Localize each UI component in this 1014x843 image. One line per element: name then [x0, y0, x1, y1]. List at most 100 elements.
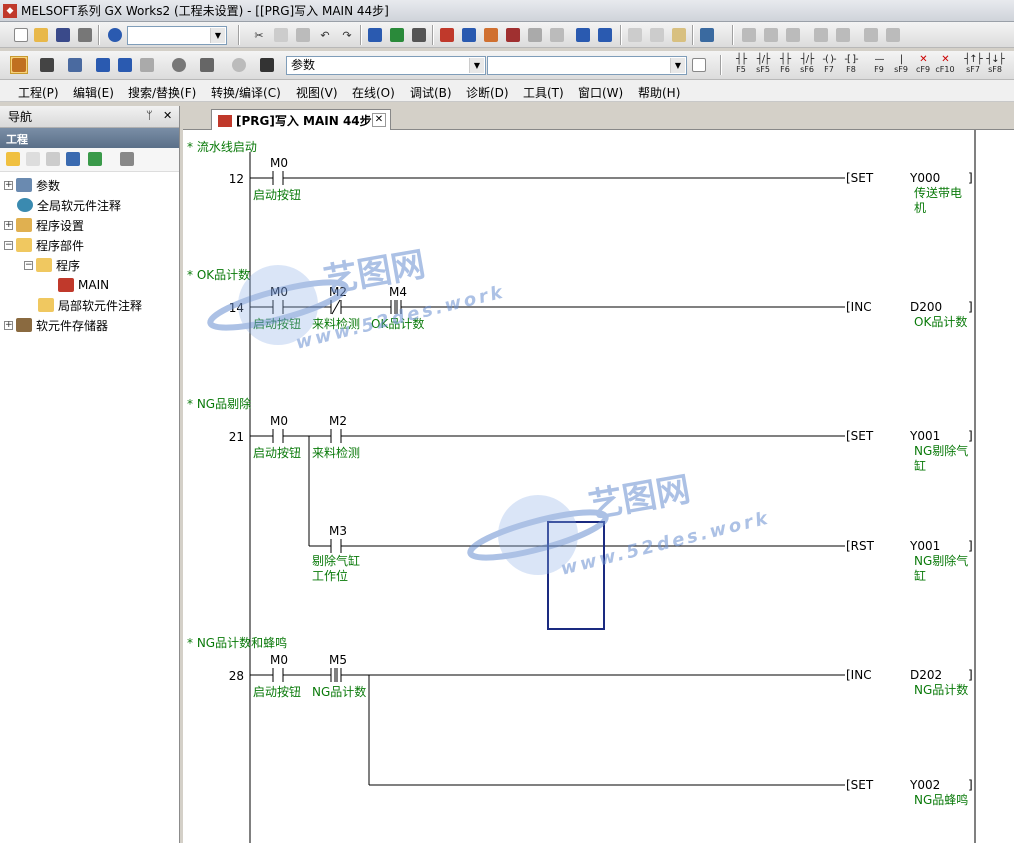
fkey-9[interactable]: ✕ cF10	[934, 54, 956, 74]
dev-list-icon-3[interactable]	[138, 56, 156, 74]
watch-icon[interactable]	[170, 56, 188, 74]
tab-main-program[interactable]: [PRG]写入 MAIN 44步 ✕	[211, 109, 391, 131]
help-icon[interactable]	[106, 26, 124, 44]
ladder-edit-icon-2[interactable]	[762, 26, 780, 44]
tree-item-parameter[interactable]: + 参数	[4, 176, 60, 194]
pin-icon[interactable]: ᛘ	[146, 109, 153, 122]
redo-icon[interactable]: ↷	[338, 26, 356, 44]
instruction-device[interactable]: Y001	[910, 539, 940, 553]
monitor-write-icon[interactable]	[548, 26, 566, 44]
ladder-edit-icon-3[interactable]	[784, 26, 802, 44]
question-icon[interactable]	[230, 56, 248, 74]
open-folder-icon[interactable]	[32, 26, 50, 44]
instruction-device[interactable]: Y000	[910, 171, 940, 185]
dev-icon-1[interactable]	[574, 26, 592, 44]
close-icon[interactable]: ✕	[163, 109, 172, 122]
fkey-3[interactable]: ┤/├ sF6	[796, 54, 818, 74]
save-icon[interactable]	[54, 26, 72, 44]
fkey-2[interactable]: ┤├ F6	[774, 54, 796, 74]
menu-diagnostics[interactable]: 诊断(D)	[466, 84, 509, 101]
instruction-op[interactable]: [SET	[846, 171, 873, 185]
verify-icon[interactable]	[482, 26, 500, 44]
instruction-device[interactable]: Y001	[910, 429, 940, 443]
device-icon[interactable]	[366, 26, 384, 44]
menu-tools[interactable]: 工具(T)	[523, 84, 564, 101]
contact-device[interactable]: M3	[329, 524, 347, 538]
fkey-8[interactable]: ✕ cF9	[912, 54, 934, 74]
write-plc-icon[interactable]	[438, 26, 456, 44]
fkey-6[interactable]: — F9	[868, 54, 890, 74]
note-icon[interactable]	[670, 26, 688, 44]
instruction-op[interactable]: [INC	[846, 668, 872, 682]
paste-icon[interactable]	[294, 26, 312, 44]
comment-icon[interactable]	[626, 26, 644, 44]
statement-icon[interactable]	[648, 26, 666, 44]
contact-device[interactable]: M4	[389, 285, 407, 299]
tree-item-device-memory[interactable]: + 软元件存储器	[4, 316, 108, 334]
paste-data-icon[interactable]	[46, 152, 60, 166]
read-plc-icon[interactable]	[460, 26, 478, 44]
tree-item-main[interactable]: MAIN	[58, 276, 109, 294]
device-write-icon[interactable]	[388, 26, 406, 44]
dev-list-icon-1[interactable]	[94, 56, 112, 74]
ladder-edit-icon-1[interactable]	[740, 26, 758, 44]
contact-device[interactable]: M0	[270, 285, 288, 299]
ladder-edit-icon-6[interactable]	[862, 26, 880, 44]
fkey-1[interactable]: ┤/├ sF5	[752, 54, 774, 74]
fkey-10[interactable]: ┤↑├ sF7	[962, 54, 984, 74]
ladder-edit-icon-7[interactable]	[884, 26, 902, 44]
print-icon[interactable]	[76, 26, 94, 44]
instruction-op[interactable]: [SET	[846, 429, 873, 443]
contact-device[interactable]: M0	[270, 653, 288, 667]
search-doc-icon[interactable]	[690, 56, 708, 74]
tree-item-local-comment[interactable]: 局部软元件注释	[38, 296, 142, 314]
tab-close-icon[interactable]: ✕	[372, 113, 386, 127]
contact-device[interactable]: M0	[270, 414, 288, 428]
fkey-0[interactable]: ┤├ F5	[730, 54, 752, 74]
fkey-7[interactable]: | sF9	[890, 54, 912, 74]
contact-device[interactable]: M0	[270, 156, 288, 170]
module-icon[interactable]	[38, 56, 56, 74]
tree-item-program-setting[interactable]: + 程序设置	[4, 216, 84, 234]
menu-convert-compile[interactable]: 转换/编译(C)	[211, 84, 281, 101]
undo-icon[interactable]: ↶	[316, 26, 334, 44]
sort-icon[interactable]	[120, 152, 134, 166]
tree-item-pou[interactable]: − 程序部件	[4, 236, 84, 254]
menu-debug[interactable]: 调试(B)	[410, 84, 452, 101]
tree-item-global-comment[interactable]: 全局软元件注释	[17, 196, 121, 214]
search-device-icon[interactable]	[198, 56, 216, 74]
cut-icon[interactable]: ✂	[250, 26, 268, 44]
contact-device[interactable]: M2	[329, 414, 347, 428]
device-read-icon[interactable]	[410, 26, 428, 44]
copy-data-icon[interactable]	[26, 152, 40, 166]
instruction-op[interactable]: [RST	[846, 539, 874, 553]
instruction-op[interactable]: [INC	[846, 300, 872, 314]
dev-list-icon-2[interactable]	[116, 56, 134, 74]
monitor-icon[interactable]	[504, 26, 522, 44]
contact-device[interactable]: M2	[329, 285, 347, 299]
list-icon[interactable]	[66, 56, 84, 74]
toolbar-combo-1[interactable]: ▼	[127, 26, 227, 45]
menu-edit[interactable]: 编辑(E)	[73, 84, 114, 101]
search-combo[interactable]: 参数 ▼	[286, 56, 486, 75]
menu-help[interactable]: 帮助(H)	[638, 84, 680, 101]
project-view-icon[interactable]	[10, 56, 28, 74]
menu-window[interactable]: 窗口(W)	[578, 84, 623, 101]
property-icon[interactable]	[66, 152, 80, 166]
instruction-device[interactable]: Y002	[910, 778, 940, 792]
copy-icon[interactable]	[272, 26, 290, 44]
dev-icon-2[interactable]	[596, 26, 614, 44]
menu-online[interactable]: 在线(O)	[352, 84, 395, 101]
ladder-edit-icon-4[interactable]	[812, 26, 830, 44]
tree-item-program[interactable]: − 程序	[24, 256, 80, 274]
new-data-icon[interactable]	[6, 152, 20, 166]
ladder-edit-icon-5[interactable]	[834, 26, 852, 44]
menu-search-replace[interactable]: 搜索/替换(F)	[128, 84, 196, 101]
menu-project[interactable]: 工程(P)	[18, 84, 59, 101]
monitor-stop-icon[interactable]	[526, 26, 544, 44]
binoculars-icon[interactable]	[258, 56, 276, 74]
instruction-device[interactable]: D202	[910, 668, 942, 682]
menu-view[interactable]: 视图(V)	[296, 84, 338, 101]
ladder-editor[interactable]: * 流水线启动 * OK品计数 * NG品剔除 * NG品计数和蜂鸣 12 14…	[183, 130, 1014, 843]
fkey-5[interactable]: -[ ]- F8	[840, 54, 862, 74]
